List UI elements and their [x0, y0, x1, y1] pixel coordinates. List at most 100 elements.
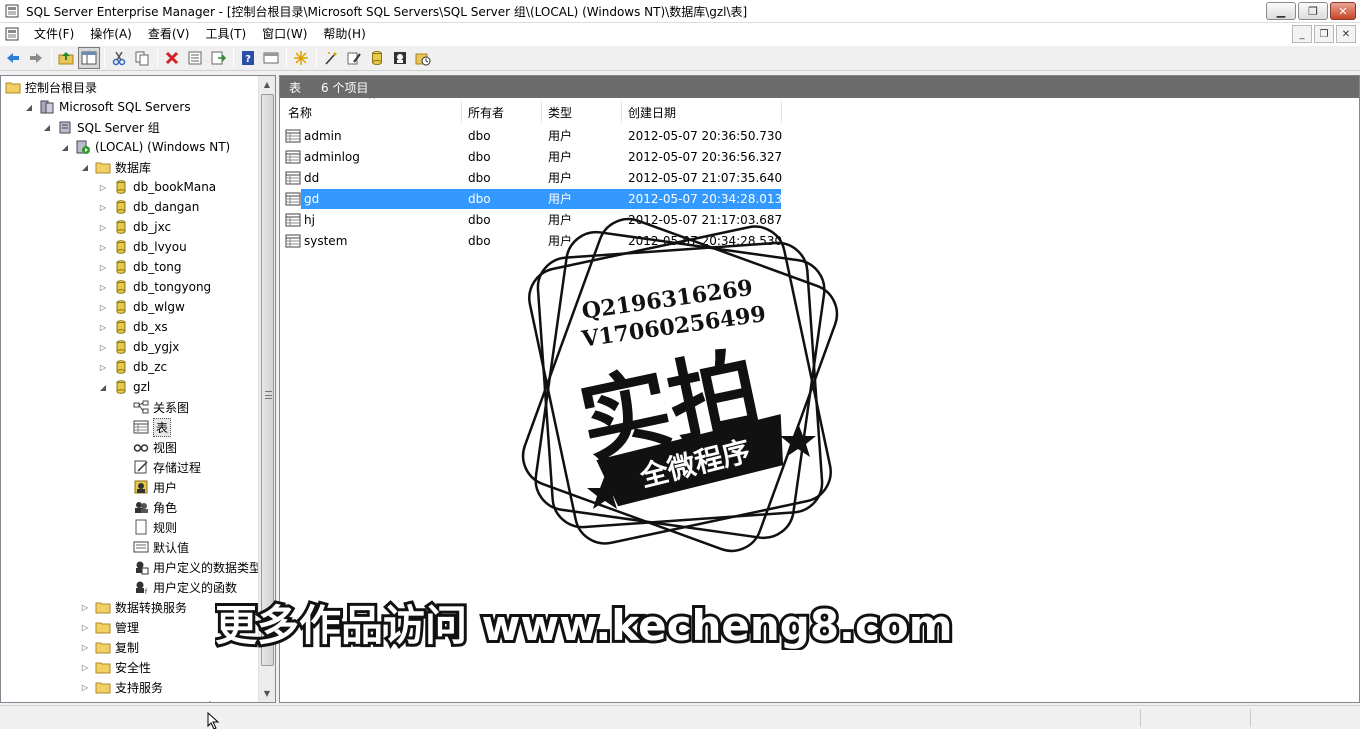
new-icon[interactable] — [290, 47, 312, 69]
tree-item[interactable]: 存储过程 — [117, 457, 201, 477]
expand-arrow-icon[interactable]: ▷ — [97, 341, 109, 353]
job-icon[interactable] — [412, 47, 434, 69]
tree-item[interactable]: ▷ 支持服务 — [79, 677, 163, 697]
table-row[interactable]: hj dbo 用户 2012-05-07 21:17:03.687 — [283, 210, 1353, 230]
tree-scrollbar[interactable]: ▲ ▼ — [258, 76, 275, 702]
menu-action[interactable]: 操作(A) — [82, 23, 140, 45]
tree-item[interactable]: 表 — [117, 417, 172, 437]
minimize-button[interactable]: ▁ — [1266, 2, 1296, 20]
forward-icon[interactable] — [25, 47, 47, 69]
tree-item[interactable]: 默认值 — [117, 537, 189, 557]
mdi-restore-button[interactable]: ❐ — [1314, 25, 1334, 43]
expand-arrow-icon[interactable]: ▷ — [97, 361, 109, 373]
security-icon[interactable] — [389, 47, 411, 69]
tree-item[interactable]: ◢ 数据库 — [79, 157, 151, 177]
expand-arrow-icon[interactable]: ▷ — [97, 321, 109, 333]
wizard-icon[interactable] — [320, 47, 342, 69]
expand-arrow-icon[interactable]: ▷ — [97, 281, 109, 293]
collapse-arrow-icon[interactable]: ◢ — [23, 101, 35, 113]
table-row[interactable]: gd dbo 用户 2012-05-07 20:34:28.013 — [283, 189, 1353, 209]
tree-item[interactable]: ▷ 管理 — [79, 617, 139, 637]
copy-icon[interactable] — [131, 47, 153, 69]
column-header-created[interactable]: 创建日期 — [622, 101, 782, 123]
tree-item[interactable]: ▷ db_ygjx — [97, 337, 179, 357]
tree-item[interactable]: f 用户定义的函数 — [117, 577, 237, 597]
expand-arrow-icon[interactable]: ▷ — [97, 221, 109, 233]
column-header-owner[interactable]: 所有者 — [462, 101, 542, 123]
collapse-arrow-icon[interactable]: ◢ — [59, 141, 71, 153]
close-button[interactable]: ✕ — [1330, 2, 1356, 20]
tree-item[interactable]: 视图 — [117, 437, 177, 457]
back-icon[interactable] — [2, 47, 24, 69]
menu-file[interactable]: 文件(F) — [26, 23, 82, 45]
scroll-thumb[interactable] — [261, 94, 274, 666]
tree-item[interactable]: ▷ db_bookMana — [97, 177, 216, 197]
menu-help[interactable]: 帮助(H) — [315, 23, 373, 45]
tree-item[interactable]: 关系图 — [117, 397, 189, 417]
database-icon[interactable] — [366, 47, 388, 69]
tree-item[interactable]: ▷ Meta Data Services — [79, 697, 232, 702]
table-row[interactable]: admin dbo 用户 2012-05-07 20:36:50.730 — [283, 126, 1353, 146]
cell-created: 2012-05-07 20:34:28.013 — [628, 192, 783, 206]
scroll-down-arrow[interactable]: ▼ — [259, 685, 275, 702]
tree-item[interactable]: 用户 — [117, 477, 177, 497]
expand-arrow-icon[interactable]: ▷ — [79, 641, 91, 653]
expand-arrow-icon[interactable]: ▷ — [79, 621, 91, 633]
up-folder-icon[interactable] — [55, 47, 77, 69]
menu-tools[interactable]: 工具(T) — [197, 23, 254, 45]
delete-icon[interactable] — [161, 47, 183, 69]
tree-item[interactable]: ▷ db_zc — [97, 357, 167, 377]
tree-item[interactable]: ▷ 数据转换服务 — [79, 597, 187, 617]
tree-item[interactable]: ▷ db_tong — [97, 257, 182, 277]
expand-arrow-icon[interactable]: ▷ — [79, 701, 91, 702]
tree-item[interactable]: ▷ db_lvyou — [97, 237, 187, 257]
console-icon[interactable] — [260, 47, 282, 69]
tree-item[interactable]: 角色 — [117, 497, 177, 517]
cell-name: admin — [304, 129, 342, 143]
column-header-name[interactable]: 名称 — [282, 95, 462, 123]
cut-icon[interactable] — [108, 47, 130, 69]
mdi-close-button[interactable]: ✕ — [1336, 25, 1356, 43]
tree-item[interactable]: 控制台根目录 — [5, 77, 97, 97]
mdi-minimize-button[interactable]: _ — [1292, 25, 1312, 43]
tree-item[interactable]: ▷ 复制 — [79, 637, 139, 657]
expand-arrow-icon[interactable]: ▷ — [97, 261, 109, 273]
expand-arrow-icon[interactable]: ▷ — [97, 241, 109, 253]
menu-view[interactable]: 查看(V) — [140, 23, 198, 45]
table-row[interactable]: adminlog dbo 用户 2012-05-07 20:36:56.327 — [283, 147, 1353, 167]
properties-icon[interactable] — [184, 47, 206, 69]
tree-item[interactable]: ▷ 安全性 — [79, 657, 151, 677]
tree-item[interactable]: ◢ gzl — [97, 377, 150, 397]
mdi-window-icon[interactable] — [4, 26, 20, 42]
tree-item[interactable]: ▷ db_dangan — [97, 197, 199, 217]
expand-arrow-icon[interactable]: ▷ — [97, 301, 109, 313]
tree-item[interactable]: ▷ db_jxc — [97, 217, 171, 237]
collapse-arrow-icon[interactable]: ◢ — [41, 121, 53, 133]
tree-item[interactable]: ◢ Microsoft SQL Servers — [23, 97, 191, 117]
tree-item[interactable]: ▷ db_tongyong — [97, 277, 211, 297]
expand-arrow-icon[interactable]: ▷ — [79, 661, 91, 673]
tree-item[interactable]: 规则 — [117, 517, 177, 537]
scroll-up-arrow[interactable]: ▲ — [259, 76, 275, 93]
table-row[interactable]: dd dbo 用户 2012-05-07 21:07:35.640 — [283, 168, 1353, 188]
column-header-type[interactable]: 类型 — [542, 101, 622, 123]
tree-item[interactable]: ◢ (LOCAL) (Windows NT) — [59, 137, 230, 157]
collapse-arrow-icon[interactable]: ◢ — [97, 381, 109, 393]
edit-icon[interactable] — [343, 47, 365, 69]
tree-item[interactable]: 用户定义的数据类型 — [117, 557, 258, 577]
restore-button[interactable]: ❐ — [1298, 2, 1328, 20]
cell-name: gd — [304, 192, 320, 206]
help-icon[interactable]: ? — [237, 47, 259, 69]
collapse-arrow-icon[interactable]: ◢ — [79, 161, 91, 173]
export-icon[interactable] — [207, 47, 229, 69]
expand-arrow-icon[interactable]: ▷ — [79, 601, 91, 613]
expand-arrow-icon[interactable]: ▷ — [97, 181, 109, 193]
tree-item[interactable]: ▷ db_wlgw — [97, 297, 185, 317]
menu-window[interactable]: 窗口(W) — [254, 23, 315, 45]
tree-item[interactable]: ◢ SQL Server 组 — [41, 117, 160, 137]
expand-arrow-icon[interactable]: ▷ — [79, 681, 91, 693]
table-row[interactable]: system dbo 用户 2012-05-07 20:34:28.530 — [283, 231, 1353, 251]
show-tree-icon[interactable] — [78, 47, 100, 69]
tree-item[interactable]: ▷ db_xs — [97, 317, 168, 337]
expand-arrow-icon[interactable]: ▷ — [97, 201, 109, 213]
